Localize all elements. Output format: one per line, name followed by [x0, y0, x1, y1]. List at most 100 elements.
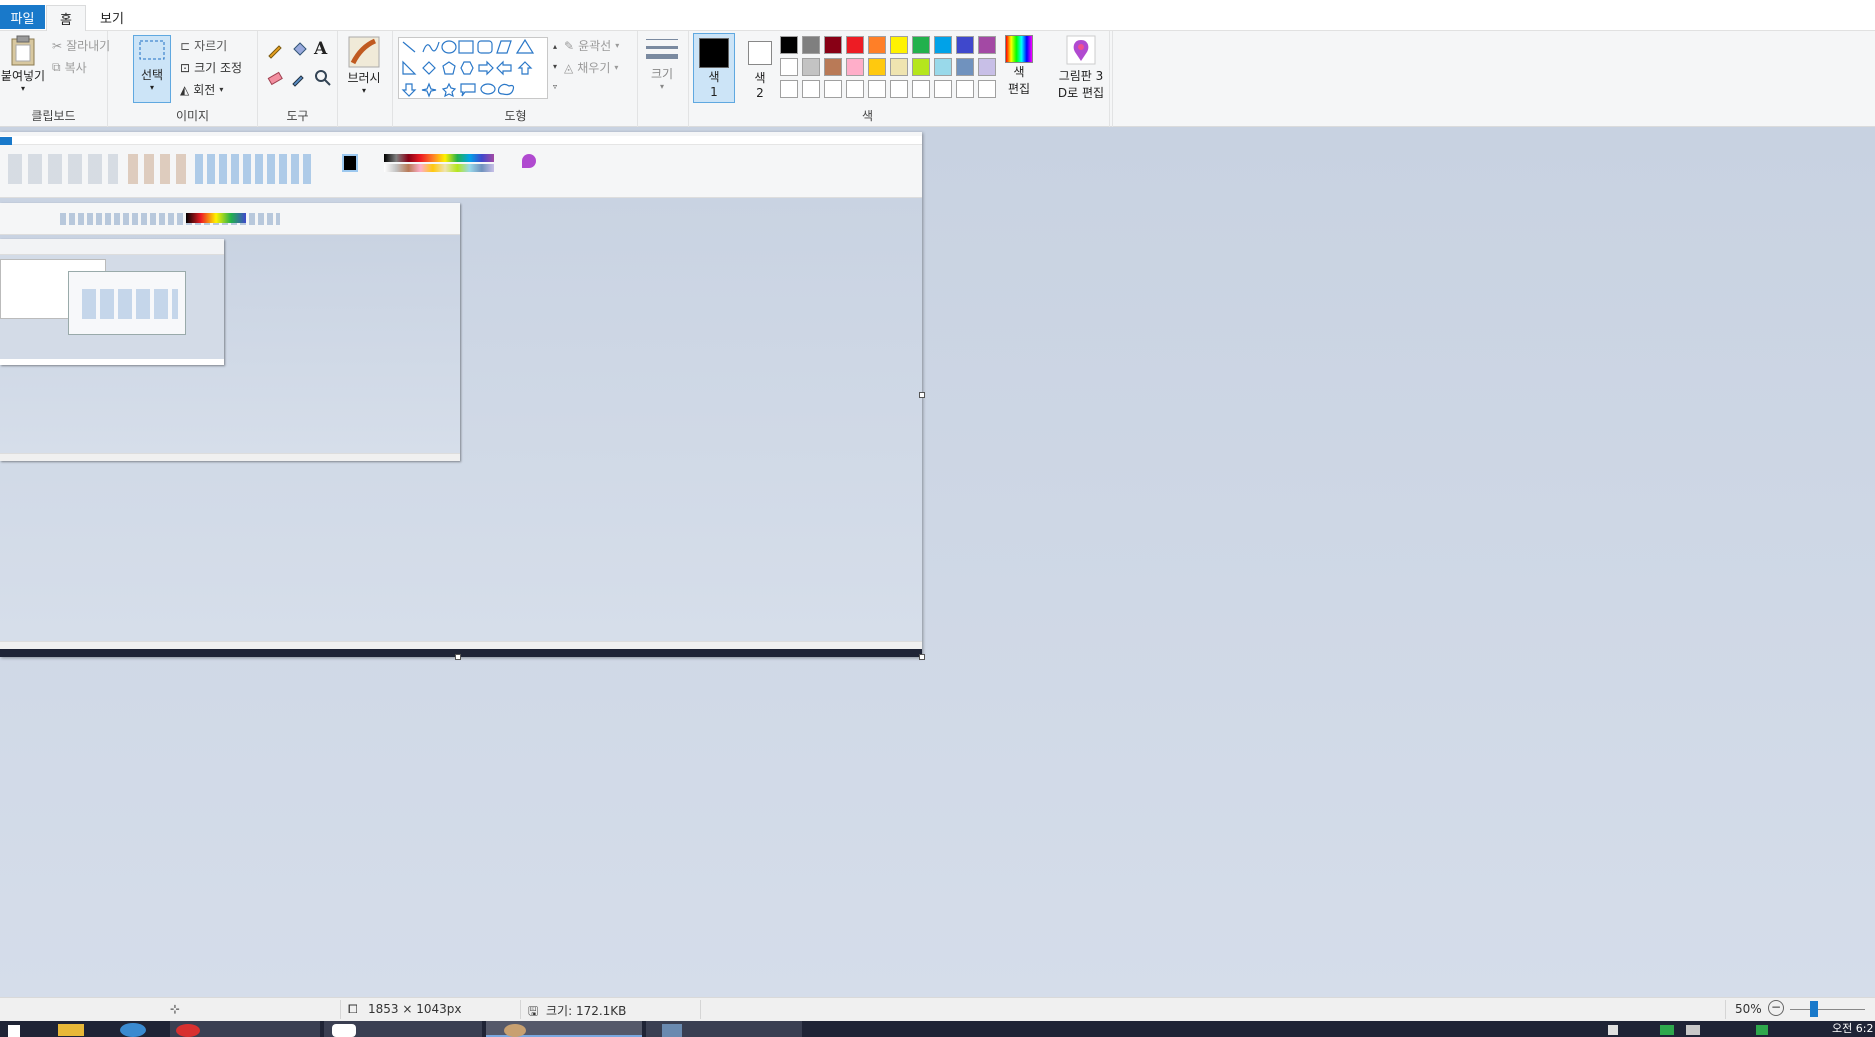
- resize-button[interactable]: ⊡ 크기 조정: [180, 59, 242, 76]
- nested-statusbar: [0, 641, 922, 649]
- paint3d-label-2: D로 편집: [1057, 86, 1105, 100]
- edit-with-paint3d-button[interactable]: 그림판 3 D로 편집: [1050, 35, 1112, 101]
- color-swatch[interactable]: [802, 36, 820, 54]
- color-swatch[interactable]: [890, 36, 908, 54]
- crop-button[interactable]: ⊏ 자르기: [180, 37, 227, 54]
- tab-file[interactable]: 파일: [0, 5, 45, 29]
- edit-colors-button[interactable]: 색 편집: [1000, 35, 1038, 97]
- paste-label: 붙여넣기: [0, 69, 46, 83]
- cut-label: 잘라내기: [66, 39, 111, 53]
- resize-handle-right[interactable]: [919, 392, 925, 398]
- color-swatch[interactable]: [824, 80, 842, 98]
- color-swatch[interactable]: [978, 80, 996, 98]
- color-swatch[interactable]: [956, 36, 974, 54]
- color-swatch[interactable]: [890, 80, 908, 98]
- select-label: 선택: [140, 68, 164, 82]
- rotate-label: 회전: [193, 83, 216, 97]
- pencil-icon[interactable]: [266, 41, 284, 59]
- zoom-out-button[interactable]: −: [1768, 1000, 1784, 1016]
- taskbar-app-2[interactable]: [324, 1021, 482, 1037]
- color-swatch[interactable]: [978, 36, 996, 54]
- select-button[interactable]: 선택 ▾: [133, 35, 171, 103]
- size-label: 크기: [650, 67, 674, 81]
- color2-swatch: [748, 41, 772, 65]
- divider: [340, 1000, 341, 1019]
- tray-icon[interactable]: [1686, 1025, 1700, 1035]
- color-swatch[interactable]: [802, 58, 820, 76]
- rainbow-icon: [1005, 35, 1033, 63]
- color-swatch[interactable]: [802, 80, 820, 98]
- file-size: 크기: 172.1KB: [546, 1004, 627, 1018]
- color-swatch[interactable]: [846, 36, 864, 54]
- color-swatch[interactable]: [824, 36, 842, 54]
- color-swatch[interactable]: [978, 58, 996, 76]
- color-swatch[interactable]: [868, 80, 886, 98]
- shapes-scroll[interactable]: ▴ ▾ ▿: [550, 37, 560, 99]
- paste-button[interactable]: 붙여넣기 ▾: [0, 35, 46, 93]
- file-explorer-icon[interactable]: [58, 1024, 84, 1036]
- outline-button[interactable]: ✎ 윤곽선 ▾: [564, 37, 619, 54]
- magnifier-icon[interactable]: [314, 69, 332, 87]
- color-swatch[interactable]: [890, 58, 908, 76]
- tab-view[interactable]: 보기: [92, 5, 132, 29]
- rotate-button[interactable]: ◭ 회전 ▾: [180, 81, 223, 98]
- brushes-button[interactable]: 브러시 ▾: [342, 35, 386, 95]
- tray-icon[interactable]: [1756, 1025, 1768, 1035]
- chevron-down-icon: ▾: [361, 86, 366, 95]
- nested-ribbon: [0, 132, 922, 198]
- color-swatch[interactable]: [934, 58, 952, 76]
- fill-button[interactable]: ◬ 채우기 ▾: [564, 59, 618, 76]
- taskbar-paint[interactable]: [486, 1021, 642, 1037]
- copy-label: 복사: [64, 61, 87, 75]
- color-swatch[interactable]: [956, 80, 974, 98]
- resize-handle-bottom[interactable]: [455, 654, 461, 660]
- taskbar-app-4[interactable]: [646, 1021, 802, 1037]
- size-button[interactable]: 크기 ▾: [640, 35, 684, 91]
- color-swatch[interactable]: [868, 58, 886, 76]
- color-swatch[interactable]: [824, 58, 842, 76]
- zoom-slider[interactable]: [1790, 1009, 1865, 1010]
- color-swatch[interactable]: [912, 58, 930, 76]
- text-icon[interactable]: A: [314, 39, 327, 59]
- color-swatch[interactable]: [780, 80, 798, 98]
- clipboard-group-label: 클립보드: [31, 109, 76, 123]
- image-canvas[interactable]: [0, 132, 922, 657]
- color1-button[interactable]: 색 1: [693, 33, 735, 103]
- app-icon: [332, 1024, 356, 1037]
- tray-icon[interactable]: [1660, 1025, 1674, 1035]
- copy-icon: ⧉: [52, 60, 61, 74]
- color-swatch[interactable]: [956, 58, 974, 76]
- tray-icon[interactable]: [1608, 1025, 1618, 1035]
- fill-bucket-icon[interactable]: [290, 41, 308, 59]
- divider: [392, 31, 393, 127]
- resize-handle-corner[interactable]: [919, 654, 925, 660]
- color-picker-icon[interactable]: [290, 69, 308, 87]
- color2-button[interactable]: 색 2: [742, 33, 778, 100]
- color-swatch[interactable]: [934, 80, 952, 98]
- canvas-area[interactable]: [0, 127, 1875, 997]
- ribbon-tab-bar: 파일 홈 보기: [0, 0, 1875, 31]
- clock[interactable]: 오전 6:2: [1832, 1020, 1873, 1036]
- taskbar-app-1[interactable]: [170, 1021, 320, 1037]
- color2-label: 색: [754, 71, 766, 85]
- start-icon[interactable]: [8, 1025, 20, 1037]
- clipboard-icon: [11, 35, 35, 66]
- zoom-level: 50%: [1735, 1002, 1762, 1016]
- color-swatch[interactable]: [780, 36, 798, 54]
- resize-icon: ⊡: [180, 60, 191, 75]
- color-swatch[interactable]: [934, 36, 952, 54]
- color-swatch[interactable]: [912, 80, 930, 98]
- color-swatch[interactable]: [780, 58, 798, 76]
- tab-home[interactable]: 홈: [46, 5, 86, 31]
- zoom-slider-thumb[interactable]: [1810, 1001, 1818, 1017]
- eraser-icon[interactable]: [266, 69, 284, 87]
- browser-icon[interactable]: [120, 1023, 146, 1037]
- copy-button[interactable]: ⧉ 복사: [52, 59, 87, 76]
- shapes-gallery[interactable]: [398, 37, 548, 99]
- color-swatch[interactable]: [912, 36, 930, 54]
- colors-group-label: 색: [861, 109, 874, 123]
- color-swatch[interactable]: [846, 58, 864, 76]
- color-swatch[interactable]: [868, 36, 886, 54]
- color-swatch[interactable]: [846, 80, 864, 98]
- cut-button[interactable]: ✂ 잘라내기: [52, 37, 110, 54]
